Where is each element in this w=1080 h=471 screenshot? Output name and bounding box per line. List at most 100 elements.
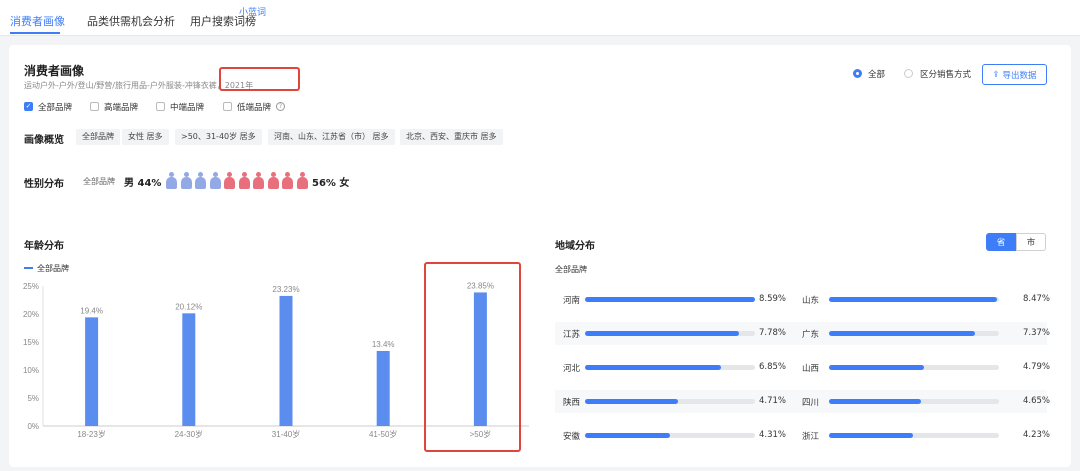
tab-consumer-profile[interactable]: 消费者画像 (10, 13, 65, 29)
age-bar (279, 295, 293, 426)
scope-radio-all[interactable] (853, 69, 862, 78)
y-tick-label: 10% (23, 366, 39, 375)
age-bar (376, 350, 390, 426)
male-person-icon (209, 172, 221, 189)
overview-chip: 全部品牌 (76, 129, 120, 145)
male-person-icon (166, 172, 177, 189)
nav-badge: 小蓝词 (239, 8, 267, 18)
female-person-icon (296, 172, 308, 189)
x-tick-label: 24-30岁 (175, 429, 203, 439)
region-row: 江苏 7.78% 广东 7.37% (555, 322, 1051, 345)
y-tick-label: 5% (27, 394, 39, 403)
region-bar-track (585, 433, 755, 438)
region-brand: 全部品牌 (555, 265, 587, 274)
overview-chip: 北京、西安、重庆市 居多 (400, 129, 503, 145)
region-bar-fill (585, 433, 670, 438)
male-person-icon (180, 172, 192, 189)
x-tick-label: 18-23岁 (77, 429, 105, 439)
export-label: 导出数据 (1002, 70, 1037, 81)
x-tick-label: 41-50岁 (369, 429, 397, 439)
region-name: 山东 (802, 296, 820, 306)
region-bar-track (585, 331, 755, 336)
checkbox-low-end[interactable] (223, 102, 232, 111)
checkbox-high-end[interactable] (90, 102, 99, 111)
female-person-icon (267, 172, 279, 189)
region-row: 河北 6.85% 山西 4.79% (555, 356, 1051, 379)
checkbox-label-mid: 中端品牌 (170, 103, 205, 113)
checkbox-mid-end[interactable] (156, 102, 165, 111)
y-tick-label: 0% (27, 422, 39, 431)
y-tick-label: 15% (23, 338, 39, 347)
region-name: 安徽 (563, 432, 581, 442)
region-name: 陕西 (563, 398, 581, 408)
region-value: 7.78% (759, 328, 787, 338)
region-value: 4.65% (1023, 396, 1051, 406)
overview-chip: 河南、山东、江苏省（市） 居多 (268, 129, 395, 145)
region-bar-track (829, 331, 999, 336)
region-bar-fill (585, 297, 755, 302)
region-row: 安徽 4.31% 浙江 4.23% (555, 424, 1050, 447)
region-row: 河南 8.59% 山东 8.47% (555, 288, 1051, 311)
region-bar-fill (829, 399, 921, 404)
checkbox-label-all: 全部品牌 (38, 103, 73, 113)
age-bar (85, 317, 99, 426)
region-value: 4.79% (1023, 362, 1051, 372)
male-percentage: 男 44% (124, 178, 162, 189)
region-bar-track (829, 297, 999, 302)
checkbox-label-high: 高端品牌 (104, 103, 139, 113)
region-value: 4.71% (759, 396, 787, 406)
region-bar-fill (829, 433, 913, 438)
y-tick-label: 25% (23, 282, 39, 291)
gender-label: 性别分布 (24, 179, 64, 190)
region-value: 8.59% (759, 294, 787, 304)
scope-label-all: 全部 (868, 70, 886, 80)
region-value: 8.47% (1023, 294, 1051, 304)
region-bar-fill (829, 297, 997, 302)
help-icon[interactable]: ? (276, 102, 285, 111)
region-bar-fill (585, 331, 739, 336)
region-label: 地域分布 (555, 241, 595, 252)
female-person-icon (253, 172, 264, 189)
region-name: 广东 (802, 330, 820, 340)
upload-icon: ⇪ (992, 69, 1000, 80)
overview-chip: >50、31-40岁 居多 (175, 129, 262, 145)
male-person-icon (195, 172, 206, 189)
region-value: 6.85% (759, 362, 787, 372)
export-data-button[interactable]: ⇪ 导出数据 (982, 64, 1047, 85)
scope-label-split: 区分销售方式 (920, 70, 972, 80)
region-name: 河北 (563, 364, 581, 374)
region-name: 浙江 (802, 432, 820, 442)
toggle-city[interactable]: 市 (1016, 233, 1046, 251)
checkbox-label-low: 低端品牌 (237, 103, 272, 113)
region-name: 江苏 (563, 330, 581, 340)
age-label: 年龄分布 (24, 241, 64, 252)
annotation-box-subtitle (219, 67, 300, 91)
y-tick-label: 20% (23, 310, 39, 319)
bar-value-label: 13.4% (372, 340, 395, 349)
active-tab-indicator (10, 32, 60, 34)
bar-value-label: 23.23% (272, 285, 299, 294)
region-bar-track (829, 365, 999, 370)
region-bar-fill (585, 365, 721, 370)
profile-card: 消费者画像 运动户外-户外/登山/野营/旅行用品-户外服装-冲锋衣裤，2021年… (9, 45, 1071, 467)
region-value: 7.37% (1023, 328, 1051, 338)
region-name: 四川 (802, 398, 820, 408)
region-name: 河南 (563, 296, 581, 306)
checkbox-all-brands[interactable]: ✓ (24, 102, 33, 111)
scope-radio-split[interactable] (904, 69, 913, 78)
age-bar (182, 313, 196, 426)
region-name: 山西 (802, 364, 820, 374)
female-person-icon (224, 172, 235, 189)
region-bar-fill (585, 399, 678, 404)
legend-marker (24, 267, 33, 269)
gender-brand: 全部品牌 (83, 177, 115, 186)
toggle-province[interactable]: 省 (986, 233, 1016, 251)
region-value: 4.31% (759, 430, 787, 440)
bar-value-label: 19.4% (80, 306, 103, 315)
tab-category-analysis[interactable]: 品类供需机会分析 (87, 13, 175, 29)
region-bar-fill (829, 331, 975, 336)
female-percentage: 56% 女 (312, 178, 350, 189)
annotation-box-over50 (424, 262, 521, 452)
x-tick-label: 31-40岁 (272, 429, 300, 439)
region-bar-track (585, 365, 755, 370)
